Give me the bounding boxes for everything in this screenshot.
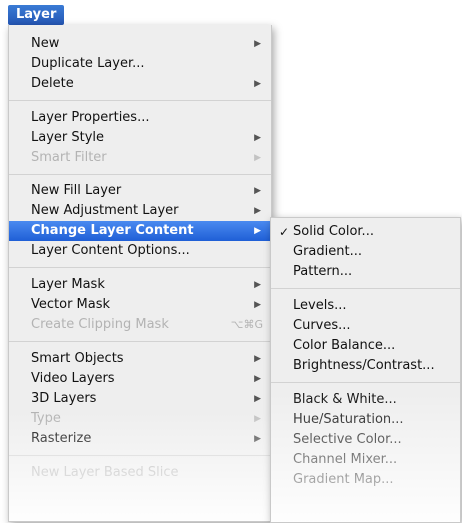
menu-item-label: Create Clipping Mask	[31, 317, 169, 332]
menu-item-label: Delete	[31, 76, 74, 91]
menu-item-label: New	[31, 36, 60, 51]
submenu-item-label: Levels...	[293, 298, 347, 313]
menu-item-label: Smart Objects	[31, 351, 124, 366]
menu-item-new[interactable]: New ▶	[9, 34, 271, 54]
menu-separator	[271, 382, 460, 383]
menu-item-layer-mask[interactable]: Layer Mask ▶	[9, 275, 271, 295]
submenu-item-label: Hue/Saturation...	[293, 412, 404, 427]
menu-separator	[9, 341, 271, 342]
menu-item-label: Layer Mask	[31, 277, 105, 292]
menu-separator	[9, 100, 271, 101]
menu-item-label: Vector Mask	[31, 297, 111, 312]
layer-menu: New ▶ Duplicate Layer... Delete ▶ Layer Pr…	[8, 25, 272, 522]
submenu-item-channel-mixer[interactable]: Channel Mixer...	[271, 450, 460, 470]
menu-item-layer-style[interactable]: Layer Style ▶	[9, 128, 271, 148]
menu-item-label: Layer Content Options...	[31, 243, 190, 258]
submenu-item-pattern[interactable]: Pattern...	[271, 262, 460, 282]
submenu-arrow-icon: ▶	[254, 434, 261, 444]
submenu-item-gradient-map[interactable]: Gradient Map...	[271, 470, 460, 490]
submenu-item-label: Solid Color...	[293, 224, 374, 239]
submenu-item-label: Pattern...	[293, 264, 353, 279]
submenu-item-curves[interactable]: Curves...	[271, 316, 460, 336]
menu-separator	[9, 267, 271, 268]
submenu-item-label: Curves...	[293, 318, 351, 333]
change-layer-content-submenu: ✓ Solid Color... Gradient... Pattern... L…	[270, 217, 461, 523]
submenu-item-hue-saturation[interactable]: Hue/Saturation...	[271, 410, 460, 430]
menu-item-label: Rasterize	[31, 431, 92, 446]
menu-item-layer-content-options[interactable]: Layer Content Options...	[9, 241, 271, 261]
menu-item-label: Layer Properties...	[31, 110, 150, 125]
submenu-item-label: Brightness/Contrast...	[293, 358, 435, 373]
menu-item-type: Type ▶	[9, 409, 271, 429]
submenu-arrow-icon: ▶	[254, 374, 261, 384]
submenu-item-selective-color[interactable]: Selective Color...	[271, 430, 460, 450]
submenu-item-brightness-contrast[interactable]: Brightness/Contrast...	[271, 356, 460, 376]
submenu-item-label: Gradient...	[293, 244, 362, 259]
menu-item-smart-filter: Smart Filter ▶	[9, 148, 271, 168]
submenu-arrow-icon: ▶	[254, 79, 261, 89]
menu-item-layer-properties[interactable]: Layer Properties...	[9, 108, 271, 128]
menu-item-label: Duplicate Layer...	[31, 56, 145, 71]
submenu-arrow-icon: ▶	[254, 414, 261, 424]
menu-item-vector-mask[interactable]: Vector Mask ▶	[9, 295, 271, 315]
submenu-item-solid-color[interactable]: ✓ Solid Color...	[271, 222, 460, 242]
submenu-item-label: Channel Mixer...	[293, 452, 398, 467]
submenu-arrow-icon: ▶	[254, 394, 261, 404]
submenu-arrow-icon: ▶	[254, 206, 261, 216]
submenu-arrow-icon: ▶	[254, 39, 261, 49]
submenu-item-label: Color Balance...	[293, 338, 396, 353]
submenu-arrow-icon: ▶	[254, 354, 261, 364]
menu-item-label: Layer Style	[31, 130, 105, 145]
submenu-arrow-icon: ▶	[254, 280, 261, 290]
shortcut-label: ⌥⌘G	[230, 318, 263, 331]
submenu-item-label: Black & White...	[293, 392, 397, 407]
menu-item-label: 3D Layers	[31, 391, 97, 406]
menu-item-label: Smart Filter	[31, 150, 107, 165]
submenu-item-levels[interactable]: Levels...	[271, 296, 460, 316]
menu-item-label: New Adjustment Layer	[31, 203, 179, 218]
menu-item-duplicate-layer[interactable]: Duplicate Layer...	[9, 54, 271, 74]
checkmark-icon: ✓	[279, 225, 290, 239]
menu-item-delete[interactable]: Delete ▶	[9, 74, 271, 94]
submenu-arrow-icon: ▶	[254, 153, 261, 163]
submenu-item-color-balance[interactable]: Color Balance...	[271, 336, 460, 356]
menu-item-label: Type	[31, 411, 61, 426]
menu-separator	[9, 455, 271, 456]
menu-item-create-clipping-mask: Create Clipping Mask ⌥⌘G	[9, 315, 271, 335]
menu-item-label: Change Layer Content	[31, 223, 194, 238]
submenu-arrow-icon: ▶	[254, 133, 261, 143]
menu-item-rasterize[interactable]: Rasterize ▶	[9, 429, 271, 449]
submenu-item-label: Gradient Map...	[293, 472, 394, 487]
submenu-arrow-icon: ▶	[254, 300, 261, 310]
menu-item-label: Video Layers	[31, 371, 115, 386]
menu-item-new-fill-layer[interactable]: New Fill Layer ▶	[9, 181, 271, 201]
submenu-arrow-icon: ▶	[254, 226, 261, 236]
menu-item-label: New Layer Based Slice	[31, 465, 179, 480]
menu-layer[interactable]: Layer	[8, 5, 65, 25]
menu-separator	[9, 174, 271, 175]
submenu-item-gradient[interactable]: Gradient...	[271, 242, 460, 262]
menu-item-video-layers[interactable]: Video Layers ▶	[9, 369, 271, 389]
menu-item-new-layer-based-slice: New Layer Based Slice	[9, 463, 271, 483]
submenu-arrow-icon: ▶	[254, 186, 261, 196]
submenu-item-black-white[interactable]: Black & White...	[271, 390, 460, 410]
submenu-item-label: Selective Color...	[293, 432, 402, 447]
menu-item-new-adjustment-layer[interactable]: New Adjustment Layer ▶	[9, 201, 271, 221]
menu-separator	[271, 288, 460, 289]
menu-item-change-layer-content[interactable]: Change Layer Content ▶	[9, 221, 271, 241]
menu-item-label: New Fill Layer	[31, 183, 122, 198]
menu-item-smart-objects[interactable]: Smart Objects ▶	[9, 349, 271, 369]
menu-item-3d-layers[interactable]: 3D Layers ▶	[9, 389, 271, 409]
